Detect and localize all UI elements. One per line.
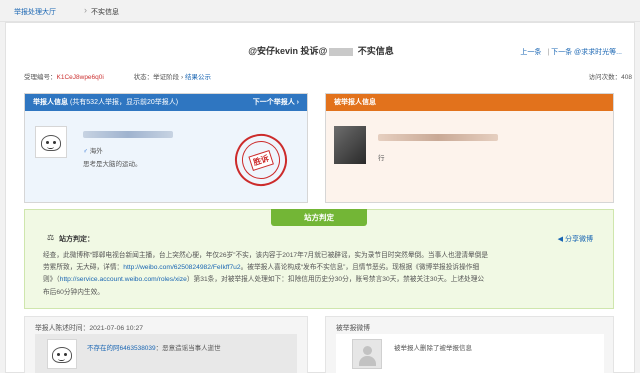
reported-avatar-blurred[interactable]	[334, 126, 366, 164]
reporter-bio: 思考是大脑的运动。	[83, 161, 142, 168]
blurred-username	[329, 47, 354, 56]
statement-author-link[interactable]: 不存在的阿6463538039	[87, 345, 156, 352]
share-icon: ◀	[557, 236, 564, 243]
status-result: 结果公示	[184, 74, 211, 81]
reporter-statement-panel: 举报人陈述时间：2021-07-06 10:27 不存在的阿6463538039…	[24, 316, 308, 373]
gender-male-icon: ♂	[83, 148, 88, 155]
top-breadcrumb-bar: 举报处理大厅 › 不实信息	[0, 0, 640, 22]
verdict-line-2b: 。被举报人喜论构成“发布不实信息”，且情节恶劣。现根据《微博举报投诉操作细	[240, 264, 480, 272]
verdict-line-1: 经查，此微博称“邯郸电视台新闻主播，台上突然心梗，年仅26岁”不实，该内容于20…	[43, 252, 489, 259]
status-stage: 举证阶段	[153, 74, 180, 81]
win-stamp-icon: 胜诉	[228, 127, 294, 193]
verdict-line-2a: 劳累所致，无大碍，详情：	[43, 264, 124, 272]
verdict-line-3b: ）第31条，对被举报人处理如下：扣除信用历史分30分，账号禁言30天，禁被关注3…	[186, 276, 485, 284]
next-reporter-label: 下一个举报人	[252, 99, 295, 106]
reporter-info-panel: 举报人信息 (共有532人举报，显示前20举报人) 下一个举报人 › ♂ 海外 …	[24, 93, 308, 203]
breadcrumb-separator: ›	[84, 5, 87, 15]
breadcrumb-current: 不实信息	[91, 9, 119, 16]
reporter-location-row: ♂ 海外	[83, 145, 103, 155]
case-id-label: 受理编号：	[24, 74, 57, 81]
verdict-line-3: 则》（http://service.account.weibo.com/role…	[43, 274, 603, 286]
reported-snippet: 行	[378, 155, 385, 162]
statement-header: 举报人陈述时间：2021-07-06 10:27	[35, 325, 144, 332]
prev-next-links: 上一条 | 下一条 @求求时光等...	[520, 47, 622, 57]
reported-weibo-panel: 被举报微博 被举报人删除了被举报信息	[325, 316, 614, 373]
report-detail-page: @安仔kevin 投诉@ 不实信息 上一条 | 下一条 @求求时光等... 受理…	[5, 22, 635, 373]
placeholder-avatar-icon	[352, 339, 382, 369]
statement-bubble: 不存在的阿6463538039：恶意造谣当事人逝世	[35, 334, 297, 373]
visits-value: 408	[621, 74, 632, 81]
weibo-evidence-link[interactable]: http://weibo.com/6250824982/FeIkff7u2	[123, 264, 240, 271]
verdict-tab: 站方判定	[271, 209, 367, 226]
status-arrow: ›	[180, 74, 184, 81]
reporter-panel-title: 举报人信息	[33, 99, 68, 106]
next-reporter-button[interactable]: 下一个举报人 ›	[253, 94, 299, 111]
reporter-count-note: (共有532人举报，显示前20举报人)	[69, 99, 179, 106]
share-weibo-link[interactable]: ◀ 分享微博	[558, 234, 593, 244]
statement-text: 不存在的阿6463538039：恶意造谣当事人逝世	[87, 342, 221, 352]
prev-case-link[interactable]: 上一条	[520, 49, 541, 56]
reporter-avatar[interactable]	[35, 126, 67, 158]
reporter-location: 海外	[89, 148, 103, 155]
status-label: 状态：	[133, 74, 154, 81]
verdict-line-4: 布后60分钟内生效。	[43, 288, 104, 296]
reporter-panel-header: 举报人信息 (共有532人举报，显示前20举报人) 下一个举报人 ›	[25, 94, 307, 111]
breadcrumb-home-link[interactable]: 举报处理大厅	[14, 7, 56, 17]
case-meta: 受理编号：K1CeJ8wpe6q0i 状态：举证阶段 › 结果公示	[24, 71, 211, 81]
rules-link[interactable]: http://service.account.weibo.com/roles/x…	[60, 276, 187, 283]
title-prefix: @安仔kevin 投诉@	[248, 46, 328, 56]
nav-pipe: |	[547, 49, 550, 56]
case-id: K1CeJ8wpe6q0i	[56, 74, 104, 81]
visit-count: 访问次数：408	[589, 71, 632, 81]
reported-panel-header: 被举报人信息	[326, 94, 613, 111]
next-case-link[interactable]: 下一条 @求求时光等...	[551, 49, 622, 56]
title-suffix: 不实信息	[357, 46, 394, 56]
cartoon-face-icon	[41, 135, 61, 151]
share-label: 分享微博	[565, 236, 593, 243]
cartoon-face-icon	[52, 347, 72, 363]
reported-weibo-text: 被举报人删除了被举报信息	[394, 345, 472, 352]
verdict-panel: 站方判定 ⚖ 站方判定： ◀ 分享微博 经查，此微博称“邯郸电视台新闻主播，台上…	[24, 209, 614, 309]
visits-label: 访问次数：	[588, 74, 622, 81]
reported-weibo-bubble: 被举报人删除了被举报信息	[336, 334, 604, 373]
gavel-icon: ⚖	[47, 233, 55, 242]
verdict-line-3a: 则》（	[43, 276, 60, 284]
verdict-line-2: 劳累所致，无大碍，详情：http://weibo.com/6250824982/…	[43, 262, 603, 274]
statement-body: ：恶意造谣当事人逝世	[155, 345, 221, 352]
verdict-heading: 站方判定：	[59, 236, 94, 243]
reported-info-panel: 被举报人信息 行	[325, 93, 614, 203]
reporter-name-blurred[interactable]	[83, 131, 173, 138]
statement-avatar[interactable]	[47, 339, 77, 369]
reported-weibo-header: 被举报微博	[336, 325, 370, 332]
verdict-body: 经查，此微博称“邯郸电视台新闻主播，台上突然心梗，年仅26岁”不实，该内容于20…	[43, 250, 603, 299]
reported-name-blurred[interactable]	[378, 134, 498, 141]
